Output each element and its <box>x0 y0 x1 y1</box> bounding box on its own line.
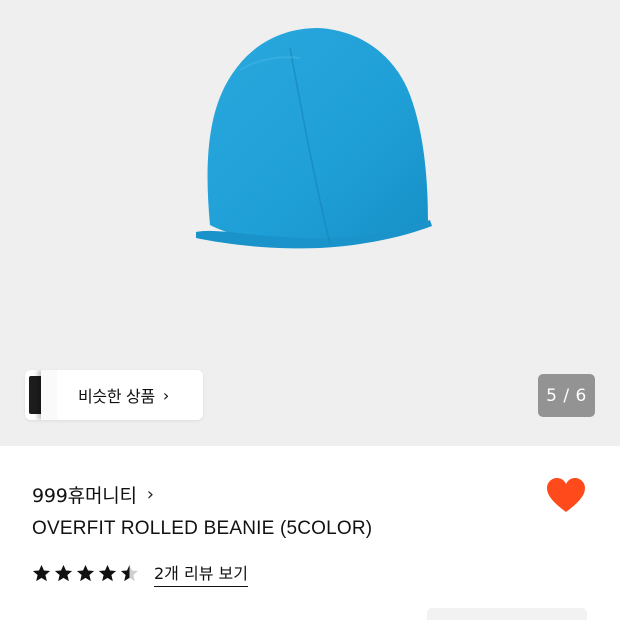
rating-row: 2개 리뷰 보기 <box>32 560 248 587</box>
reviews-link[interactable]: 2개 리뷰 보기 <box>154 560 248 587</box>
chevron-right-icon: › <box>146 484 154 505</box>
similar-products-button[interactable]: 비슷한 상품 › <box>25 370 203 420</box>
star-icon <box>32 564 51 582</box>
star-rating <box>32 564 142 583</box>
similar-products-label: 비슷한 상품 <box>78 387 155 406</box>
brand-name: 999휴머니티 <box>32 485 137 507</box>
heart-icon[interactable] <box>546 476 586 516</box>
star-icon <box>76 564 95 582</box>
product-title: OVERFIT ROLLED BEANIE (5COLOR) <box>32 518 373 539</box>
chevron-right-icon: › <box>162 385 170 405</box>
product-image-gallery[interactable]: 비슷한 상품 › 5 / 6 <box>0 0 620 446</box>
option-box[interactable] <box>427 608 587 620</box>
similar-product-thumbnail <box>25 370 57 420</box>
image-counter-badge: 5 / 6 <box>538 374 595 417</box>
star-icon <box>120 564 139 582</box>
star-icon <box>98 564 117 582</box>
star-icon <box>54 564 73 582</box>
brand-link[interactable]: 999휴머니티 › <box>32 481 154 508</box>
